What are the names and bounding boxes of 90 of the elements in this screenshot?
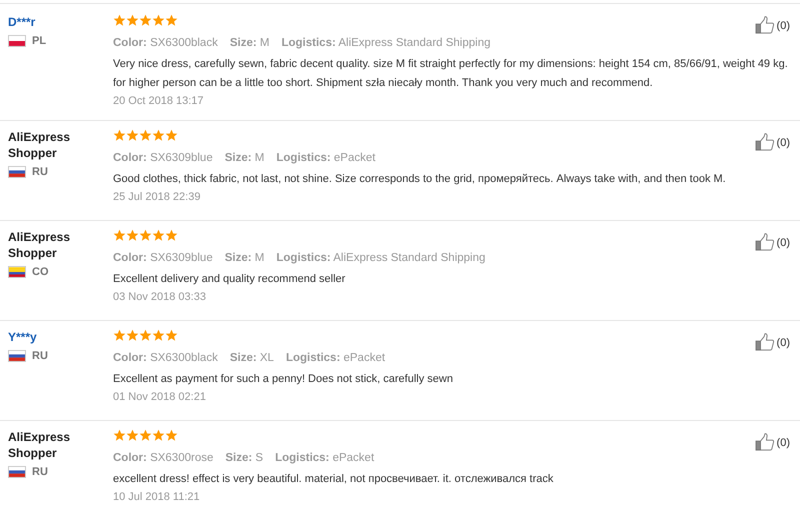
star-icon — [165, 129, 178, 142]
star-icon — [126, 229, 139, 242]
attribute-label: Size: — [224, 152, 252, 164]
like-count: (0) — [776, 20, 790, 32]
attribute-value: M — [254, 252, 264, 264]
attribute-value: ePacket — [332, 452, 374, 464]
like-count: (0) — [776, 137, 790, 149]
star-icon — [126, 129, 139, 142]
attribute-label: Color: — [113, 452, 147, 464]
attribute-value: SX6309blue — [150, 252, 213, 264]
attribute-value: SX6300black — [150, 352, 218, 364]
attribute-value: AliExpress Standard Shipping — [333, 252, 486, 264]
attribute-label: Size: — [230, 352, 257, 364]
attribute-value: ePacket — [334, 152, 376, 164]
star-icon — [152, 14, 165, 27]
star-icon — [126, 429, 139, 442]
star-icon — [113, 229, 126, 242]
reviewer-name: AliExpress Shopper — [8, 429, 72, 461]
attribute-label: Color: — [113, 152, 147, 164]
flag-icon — [8, 166, 26, 178]
reviewer-name: AliExpress Shopper — [8, 229, 72, 261]
country-code: RU — [32, 350, 48, 362]
attribute-value: S — [255, 452, 264, 464]
review-date: 03 Nov 2018 03:33 — [113, 291, 207, 303]
review-date: 10 Jul 2018 11:21 — [113, 491, 201, 503]
country-code: CO — [32, 266, 48, 278]
star-icon — [152, 329, 165, 342]
review-text: Very nice dress, carefully sewn, fabric decent quality. size M fit straight perfectly for my dimensions: height 154 cm, 85/66/91, weight 49 kg. for higher person can be a little too short. Shipment szła niecały month. Thank you very much and recommend. — [113, 57, 789, 91]
like-count: (0) — [776, 237, 790, 249]
review-text: Excellent delivery and quality recommend seller — [113, 272, 346, 287]
attribute-label: Size: — [230, 37, 257, 49]
attribute-label: Logistics: — [275, 452, 330, 464]
review-text: Excellent as payment for such a penny! Does not stick, carefully sewn — [113, 372, 454, 387]
flag-icon — [8, 35, 26, 47]
attribute-label: Color: — [113, 252, 147, 264]
attribute-value: SX6300black — [150, 37, 218, 49]
attribute-value: SX6309blue — [150, 152, 213, 164]
star-icon — [165, 429, 178, 442]
thumbs-up-icon[interactable] — [754, 433, 775, 451]
star-icon — [126, 329, 139, 342]
star-icon — [165, 14, 178, 27]
reviewer-name[interactable]: Y***y — [8, 329, 88, 345]
attribute-value: ePacket — [343, 352, 386, 364]
attribute-label: Logistics: — [286, 352, 340, 364]
star-icon — [113, 429, 126, 442]
star-icon — [152, 229, 165, 242]
reviewer-name: AliExpress Shopper — [8, 129, 72, 161]
attribute-value: AliExpress Standard Shipping — [338, 37, 491, 49]
review-text: excellent dress! effect is very beautiful. material, not просвечивает. it. отслеживался track — [113, 472, 554, 487]
star-icon — [113, 329, 126, 342]
reviewer-name[interactable]: D***r — [8, 14, 88, 30]
attribute-label: Logistics: — [276, 252, 331, 264]
flag-icon — [8, 266, 26, 278]
star-icon — [165, 329, 178, 342]
star-icon — [165, 229, 178, 242]
star-icon — [113, 14, 126, 27]
thumbs-up-icon[interactable] — [754, 133, 775, 151]
attribute-value: XL — [260, 352, 274, 364]
attribute-label: Logistics: — [281, 37, 336, 49]
country-code: PL — [32, 35, 46, 47]
star-icon — [152, 429, 165, 442]
attribute-value: M — [254, 152, 264, 164]
flag-icon — [8, 466, 26, 478]
attribute-label: Color: — [113, 37, 147, 49]
country-code: RU — [32, 166, 48, 178]
star-icon — [126, 14, 139, 27]
star-icon — [113, 129, 126, 142]
review-text: Good clothes, thick fabric, not last, not shine. Size corresponds to the grid, промеряйтесь. Always take with, and then took M. — [113, 172, 727, 187]
star-icon — [139, 429, 152, 442]
flag-icon — [8, 350, 26, 362]
attribute-label: Color: — [113, 352, 147, 364]
review-date: 25 Jul 2018 22:39 — [113, 191, 202, 203]
star-icon — [152, 129, 165, 142]
country-code: RU — [32, 466, 48, 478]
review-date: 01 Nov 2018 02:21 — [113, 391, 207, 403]
attribute-value: SX6300rose — [150, 452, 214, 464]
star-icon — [139, 14, 152, 27]
review-date: 20 Oct 2018 13:17 — [113, 95, 205, 107]
star-icon — [139, 129, 152, 142]
like-count: (0) — [776, 437, 790, 449]
like-count: (0) — [776, 337, 790, 349]
thumbs-up-icon[interactable] — [754, 16, 775, 34]
star-icon — [139, 329, 152, 342]
thumbs-up-icon[interactable] — [754, 333, 775, 351]
attribute-value: M — [260, 37, 270, 49]
attribute-label: Size: — [225, 452, 252, 464]
thumbs-up-icon[interactable] — [754, 233, 775, 251]
star-icon — [139, 229, 152, 242]
attribute-label: Logistics: — [276, 152, 331, 164]
attribute-label: Size: — [224, 252, 252, 264]
